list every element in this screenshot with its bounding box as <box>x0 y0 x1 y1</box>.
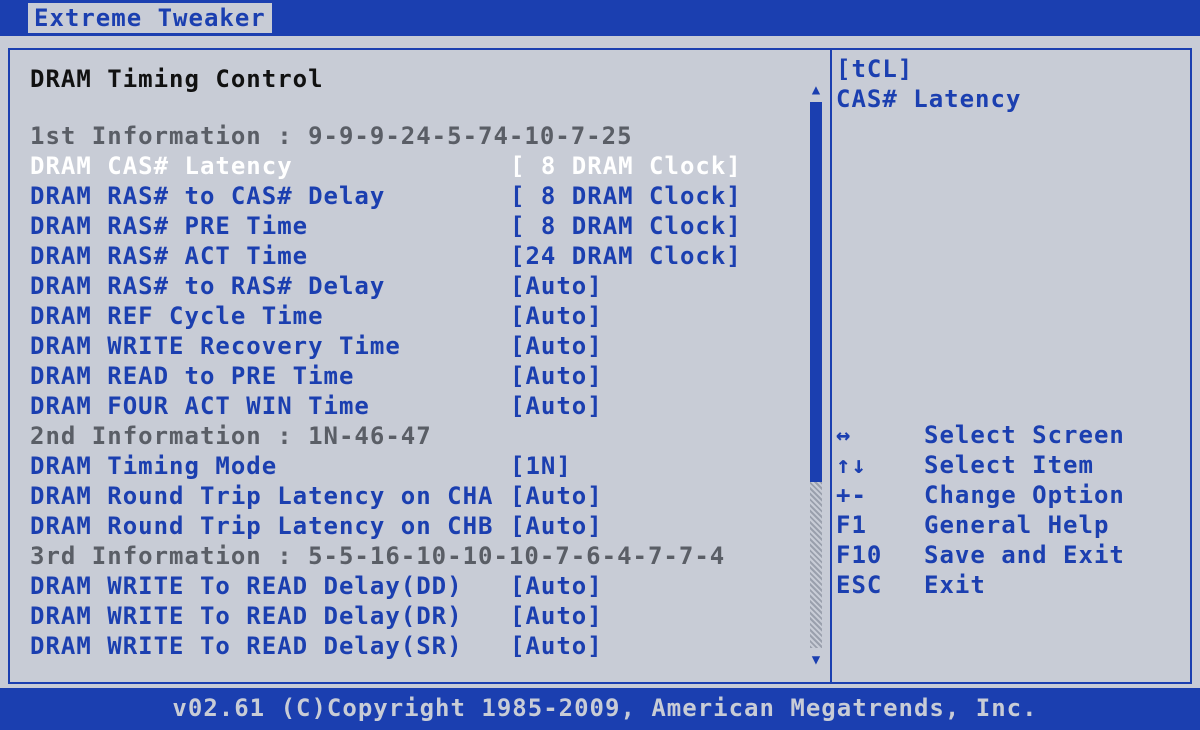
setting-label: DRAM FOUR ACT WIN Time <box>30 392 370 420</box>
setting-label: DRAM RAS# ACT Time <box>30 242 309 270</box>
setting-row[interactable]: DRAM Timing Mode [1N] <box>30 451 810 481</box>
setting-label: DRAM Timing Mode <box>30 452 278 480</box>
main-panel: DRAM Timing Control 1st Information : 9-… <box>0 36 1200 688</box>
pane-divider <box>830 50 832 682</box>
setting-row[interactable]: DRAM FOUR ACT WIN Time [Auto] <box>30 391 810 421</box>
setting-value[interactable]: [Auto] <box>510 601 603 631</box>
key-action: Save and Exit <box>924 541 1125 569</box>
key-legend-item: F10 Save and Exit <box>836 540 1176 570</box>
key-legend-item: ↔ Select Screen <box>836 420 1176 450</box>
setting-label: DRAM Round Trip Latency on CHA <box>30 482 494 510</box>
tab-extreme-tweaker[interactable]: Extreme Tweaker <box>28 3 272 33</box>
setting-value[interactable]: [24 DRAM Clock] <box>510 241 742 271</box>
setting-value[interactable]: [Auto] <box>510 391 603 421</box>
key-legend-item: F1 General Help <box>836 510 1176 540</box>
key-action: Change Option <box>924 481 1125 509</box>
setting-row[interactable]: DRAM WRITE Recovery Time [Auto] <box>30 331 810 361</box>
setting-row[interactable]: DRAM RAS# to RAS# Delay [Auto] <box>30 271 810 301</box>
setting-row[interactable]: DRAM Round Trip Latency on CHA [Auto] <box>30 481 810 511</box>
help-pane: [tCL] CAS# Latency <box>836 54 1176 114</box>
setting-value[interactable]: [Auto] <box>510 301 603 331</box>
setting-label: DRAM CAS# Latency <box>30 152 293 180</box>
setting-value[interactable]: [Auto] <box>510 331 603 361</box>
key-label: F1 <box>836 511 867 539</box>
key-legend-item: ESC Exit <box>836 570 1176 600</box>
setting-row[interactable]: DRAM WRITE To READ Delay(DD) [Auto] <box>30 571 810 601</box>
setting-value[interactable]: [Auto] <box>510 481 603 511</box>
key-legend-item: +- Change Option <box>836 480 1176 510</box>
settings-list: 1st Information : 9-9-9-24-5-74-10-7-25 D… <box>30 121 810 661</box>
setting-label: DRAM Round Trip Latency on CHB <box>30 512 494 540</box>
setting-label: DRAM RAS# PRE Time <box>30 212 309 240</box>
setting-value[interactable]: [Auto] <box>510 571 603 601</box>
info-row: 1st Information : 9-9-9-24-5-74-10-7-25 <box>30 121 810 151</box>
setting-label: DRAM WRITE Recovery Time <box>30 332 401 360</box>
setting-value[interactable]: [Auto] <box>510 631 603 661</box>
key-label: ↑↓ <box>836 451 867 479</box>
key-label: +- <box>836 481 867 509</box>
scroll-up-icon[interactable]: ▲ <box>808 82 824 98</box>
top-menu-bar: Extreme Tweaker <box>0 0 1200 36</box>
info-row: 2nd Information : 1N-46-47 <box>30 421 810 451</box>
setting-value[interactable]: [Auto] <box>510 361 603 391</box>
scrollbar[interactable]: ▲ ▼ <box>806 80 826 670</box>
key-action: Exit <box>924 571 986 599</box>
setting-label: DRAM REF Cycle Time <box>30 302 324 330</box>
setting-value[interactable]: [Auto] <box>510 511 603 541</box>
page-title: DRAM Timing Control <box>30 65 324 93</box>
setting-label: DRAM RAS# to RAS# Delay <box>30 272 386 300</box>
setting-row[interactable]: DRAM Round Trip Latency on CHB [Auto] <box>30 511 810 541</box>
info-label: 3rd Information : 5-5-16-10-10-10-7-6-4-… <box>30 542 726 570</box>
setting-row[interactable]: DRAM CAS# Latency [ 8 DRAM Clock] <box>30 151 810 181</box>
info-label: 1st Information : 9-9-9-24-5-74-10-7-25 <box>30 122 633 150</box>
copyright-footer: v02.61 (C)Copyright 1985-2009, American … <box>0 688 1200 730</box>
setting-row[interactable]: DRAM RAS# PRE Time [ 8 DRAM Clock] <box>30 211 810 241</box>
settings-pane: DRAM Timing Control 1st Information : 9-… <box>30 64 810 661</box>
key-action: Select Item <box>924 451 1094 479</box>
setting-row[interactable]: DRAM RAS# to CAS# Delay [ 8 DRAM Clock] <box>30 181 810 211</box>
setting-row[interactable]: DRAM WRITE To READ Delay(DR) [Auto] <box>30 601 810 631</box>
key-legend-item: ↑↓ Select Item <box>836 450 1176 480</box>
info-label: 2nd Information : 1N-46-47 <box>30 422 432 450</box>
setting-label: DRAM WRITE To READ Delay(DR) <box>30 602 463 630</box>
key-label: F10 <box>836 541 883 569</box>
setting-value[interactable]: [1N] <box>510 451 572 481</box>
scroll-track[interactable] <box>810 102 822 648</box>
info-row: 3rd Information : 5-5-16-10-10-10-7-6-4-… <box>30 541 810 571</box>
key-action: General Help <box>924 511 1110 539</box>
setting-value[interactable]: [ 8 DRAM Clock] <box>510 181 742 211</box>
scroll-thumb[interactable] <box>810 102 822 482</box>
setting-row[interactable]: DRAM WRITE To READ Delay(SR) [Auto] <box>30 631 810 661</box>
setting-label: DRAM WRITE To READ Delay(DD) <box>30 572 463 600</box>
setting-row[interactable]: DRAM REF Cycle Time [Auto] <box>30 301 810 331</box>
help-item-key: [tCL] <box>836 55 914 83</box>
setting-value[interactable]: [ 8 DRAM Clock] <box>510 211 742 241</box>
setting-label: DRAM READ to PRE Time <box>30 362 355 390</box>
setting-value[interactable]: [ 8 DRAM Clock] <box>510 151 742 181</box>
setting-row[interactable]: DRAM RAS# ACT Time [24 DRAM Clock] <box>30 241 810 271</box>
help-item-description: CAS# Latency <box>836 85 1022 113</box>
key-label: ESC <box>836 571 883 599</box>
setting-label: DRAM WRITE To READ Delay(SR) <box>30 632 463 660</box>
key-legend: ↔ Select Screen ↑↓ Select Item +- Change Opti… <box>836 420 1176 600</box>
key-label: ↔ <box>836 421 852 449</box>
key-action: Select Screen <box>924 421 1125 449</box>
setting-row[interactable]: DRAM READ to PRE Time [Auto] <box>30 361 810 391</box>
scroll-down-icon[interactable]: ▼ <box>808 652 824 668</box>
setting-label: DRAM RAS# to CAS# Delay <box>30 182 386 210</box>
setting-value[interactable]: [Auto] <box>510 271 603 301</box>
